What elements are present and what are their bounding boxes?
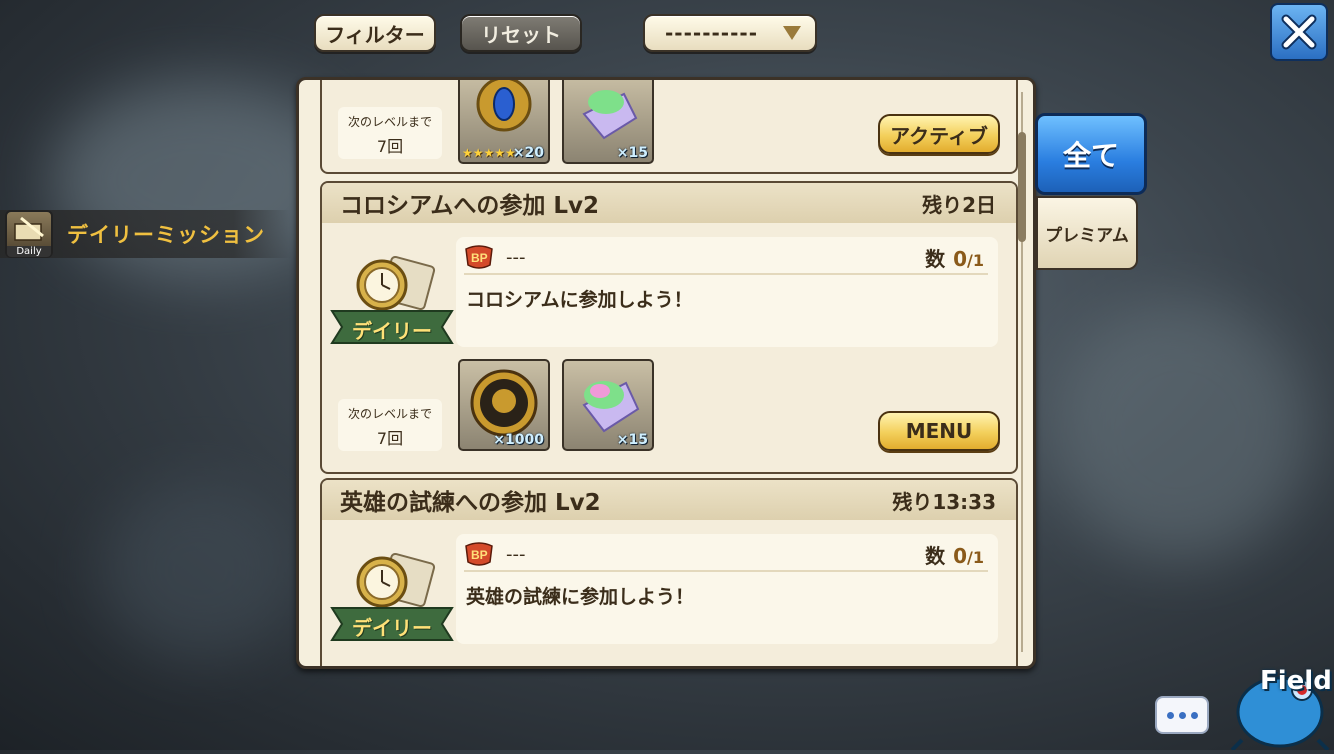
close-icon [1281, 14, 1317, 50]
mission-remaining-time: 残り13:33 [892, 489, 996, 514]
next-level-label: 次のレベルまで [347, 115, 432, 129]
sidebar-item-label: デイリーミッション [67, 223, 265, 247]
filter-button[interactable]: フィルター [314, 14, 436, 52]
background-blur [1050, 300, 1310, 560]
mission-card: コロシアムへの参加 Lv2 残り2日 デイリー BP --- 数 0/1 コロシア… [320, 181, 1018, 474]
next-level-label: 次のレベルまで [347, 407, 432, 421]
chat-dot-icon [1190, 711, 1198, 719]
reward-rainbow-crystal[interactable]: ×15 [562, 80, 654, 164]
menu-button[interactable]: MENU [878, 411, 1000, 451]
mission-card: 次のレベルまで 7回 ★★★★★ ×20 ×15 アクティブ [320, 80, 1018, 174]
reward-quantity: ×1000 [493, 432, 544, 448]
active-button[interactable]: アクティブ [878, 114, 1000, 154]
sidebar-item-daily-mission[interactable]: Daily デイリーミッション [0, 210, 292, 258]
daily-badge-label: デイリー [352, 616, 432, 640]
scrollbar[interactable] [1018, 92, 1026, 652]
reset-button[interactable]: リセット [460, 14, 582, 52]
mission-list-panel[interactable]: 次のレベルまで 7回 ★★★★★ ×20 ×15 アクティブ コロシアムへの参加… [296, 77, 1036, 669]
chat-dot-icon [1166, 711, 1174, 719]
reward-quantity: ×15 [616, 145, 648, 161]
chevron-down-icon [783, 26, 801, 40]
field-label: Field [1260, 666, 1332, 696]
daily-badge-label: デイリー [352, 319, 432, 343]
svg-text:BP: BP [471, 548, 488, 562]
bp-value: --- [506, 543, 526, 565]
count-label: 数 [925, 246, 946, 271]
reward-gold-coin[interactable]: ×1000 [458, 359, 550, 451]
mission-remaining-time: 残り2日 [922, 192, 996, 217]
tab-all[interactable]: 全て [1035, 113, 1147, 195]
next-level-box: 次のレベルまで 7回 [338, 107, 442, 159]
daily-emblem: デイリー [330, 255, 454, 365]
field-creature-icon [1230, 676, 1330, 752]
mission-progress-row: BP --- 数 0/1 [464, 241, 988, 275]
reward-quantity: ×20 [512, 145, 544, 161]
svg-text:BP: BP [471, 251, 488, 265]
mission-detail: BP --- 数 0/1 英雄の試練に参加しよう！ [456, 534, 998, 644]
close-button[interactable] [1270, 3, 1328, 61]
background-blur [100, 480, 300, 660]
daily-emblem: デイリー [330, 552, 454, 662]
count-label: 数 [925, 543, 946, 568]
sort-dropdown-value: ---------- [665, 21, 759, 45]
bp-icon: BP [464, 245, 494, 269]
reward-quantity: ×15 [616, 432, 648, 448]
daily-tag: Daily [7, 246, 51, 257]
sort-dropdown[interactable]: ---------- [643, 14, 817, 52]
mission-count: 数 0/1 [925, 540, 984, 569]
mission-description: コロシアムに参加しよう！ [466, 289, 693, 311]
bp-icon: BP [464, 542, 494, 566]
mission-count: 数 0/1 [925, 243, 984, 272]
mission-title: 英雄の試練への参加 Lv2 [340, 490, 601, 516]
count-total: /1 [967, 547, 984, 567]
mission-card: 英雄の試練への参加 Lv2 残り13:33 デイリー BP --- 数 0/1 英… [320, 478, 1018, 666]
next-level-times: 7回 [376, 137, 404, 156]
count-value: 0 [953, 246, 968, 271]
tab-premium[interactable]: プレミアム [1036, 196, 1138, 270]
reward-rainbow-crystal[interactable]: ×15 [562, 359, 654, 451]
bp-value: --- [506, 246, 526, 268]
mission-progress-row: BP --- 数 0/1 [464, 538, 988, 572]
count-total: /1 [967, 250, 984, 270]
chat-button[interactable] [1155, 696, 1209, 734]
chat-dot-icon [1178, 711, 1186, 719]
scrollbar-thumb[interactable] [1018, 132, 1026, 242]
mission-title: コロシアムへの参加 Lv2 [340, 193, 600, 219]
next-level-box: 次のレベルまで 7回 [338, 399, 442, 451]
mission-description: 英雄の試練に参加しよう！ [466, 586, 695, 608]
mission-header: 英雄の試練への参加 Lv2 残り13:33 [322, 480, 1016, 520]
field-button[interactable]: Field [1222, 650, 1334, 752]
mission-header: コロシアムへの参加 Lv2 残り2日 [322, 183, 1016, 223]
next-level-times: 7回 [376, 429, 404, 448]
reward-crystal-medal[interactable]: ★★★★★ ×20 [458, 80, 550, 164]
book-quill-icon: Daily [5, 210, 53, 258]
count-value: 0 [953, 543, 968, 568]
mission-detail: BP --- 数 0/1 コロシアムに参加しよう！ [456, 237, 998, 347]
reward-stars: ★★★★★ [462, 146, 516, 160]
